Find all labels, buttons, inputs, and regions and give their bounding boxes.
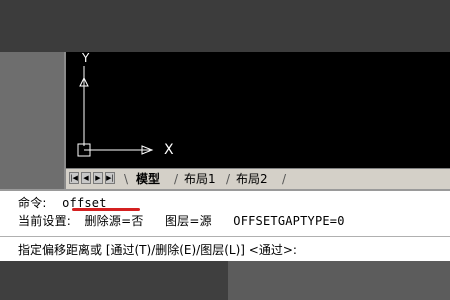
command-prefix: 命令: — [18, 196, 47, 210]
ucs-icon — [77, 66, 154, 157]
current-settings-line: 当前设置: 删除源=否 图层=源 OFFSETGAPTYPE=0 — [18, 212, 345, 229]
drawing-viewport[interactable]: Y X — [66, 52, 450, 168]
setting-layer: 图层=源 — [164, 214, 212, 228]
prev-tab-icon[interactable]: ◀ — [81, 172, 91, 184]
ucs-y-label: Y — [82, 51, 90, 65]
ucs-x-label: X — [164, 142, 174, 158]
next-tab-icon[interactable]: ▶ — [93, 172, 103, 184]
setting-offsetgaptype: OFFSETGAPTYPE=0 — [233, 214, 345, 228]
top-toolbar-area — [0, 0, 450, 52]
settings-label: 当前设置: — [18, 214, 72, 228]
setting-erase-source: 删除源=否 — [84, 214, 144, 228]
tab-layout2[interactable]: 布局2 — [236, 171, 268, 187]
tab-separator: / — [174, 172, 179, 186]
tab-separator: / — [226, 172, 231, 186]
status-bar-panel — [228, 261, 450, 300]
status-bar — [0, 261, 450, 300]
tab-separator: \ — [124, 172, 129, 186]
command-input-line[interactable]: 指定偏移距离或 [通过(T)/删除(E)/图层(L)] <通过>: — [0, 236, 450, 261]
tab-layout1[interactable]: 布局1 — [184, 171, 216, 187]
command-prompt: 指定偏移距离或 [通过(T)/删除(E)/图层(L)] <通过>: — [18, 243, 297, 257]
first-tab-icon[interactable]: |◀ — [69, 172, 79, 184]
tab-separator: / — [282, 172, 287, 186]
left-panel — [0, 52, 64, 190]
red-underline-mark — [72, 208, 140, 211]
layout-tab-bar: |◀ ◀ ▶ ▶| \ 模型 / 布局1 / 布局2 / — [66, 168, 450, 189]
tab-model[interactable]: 模型 — [136, 171, 160, 187]
last-tab-icon[interactable]: ▶| — [105, 172, 115, 184]
